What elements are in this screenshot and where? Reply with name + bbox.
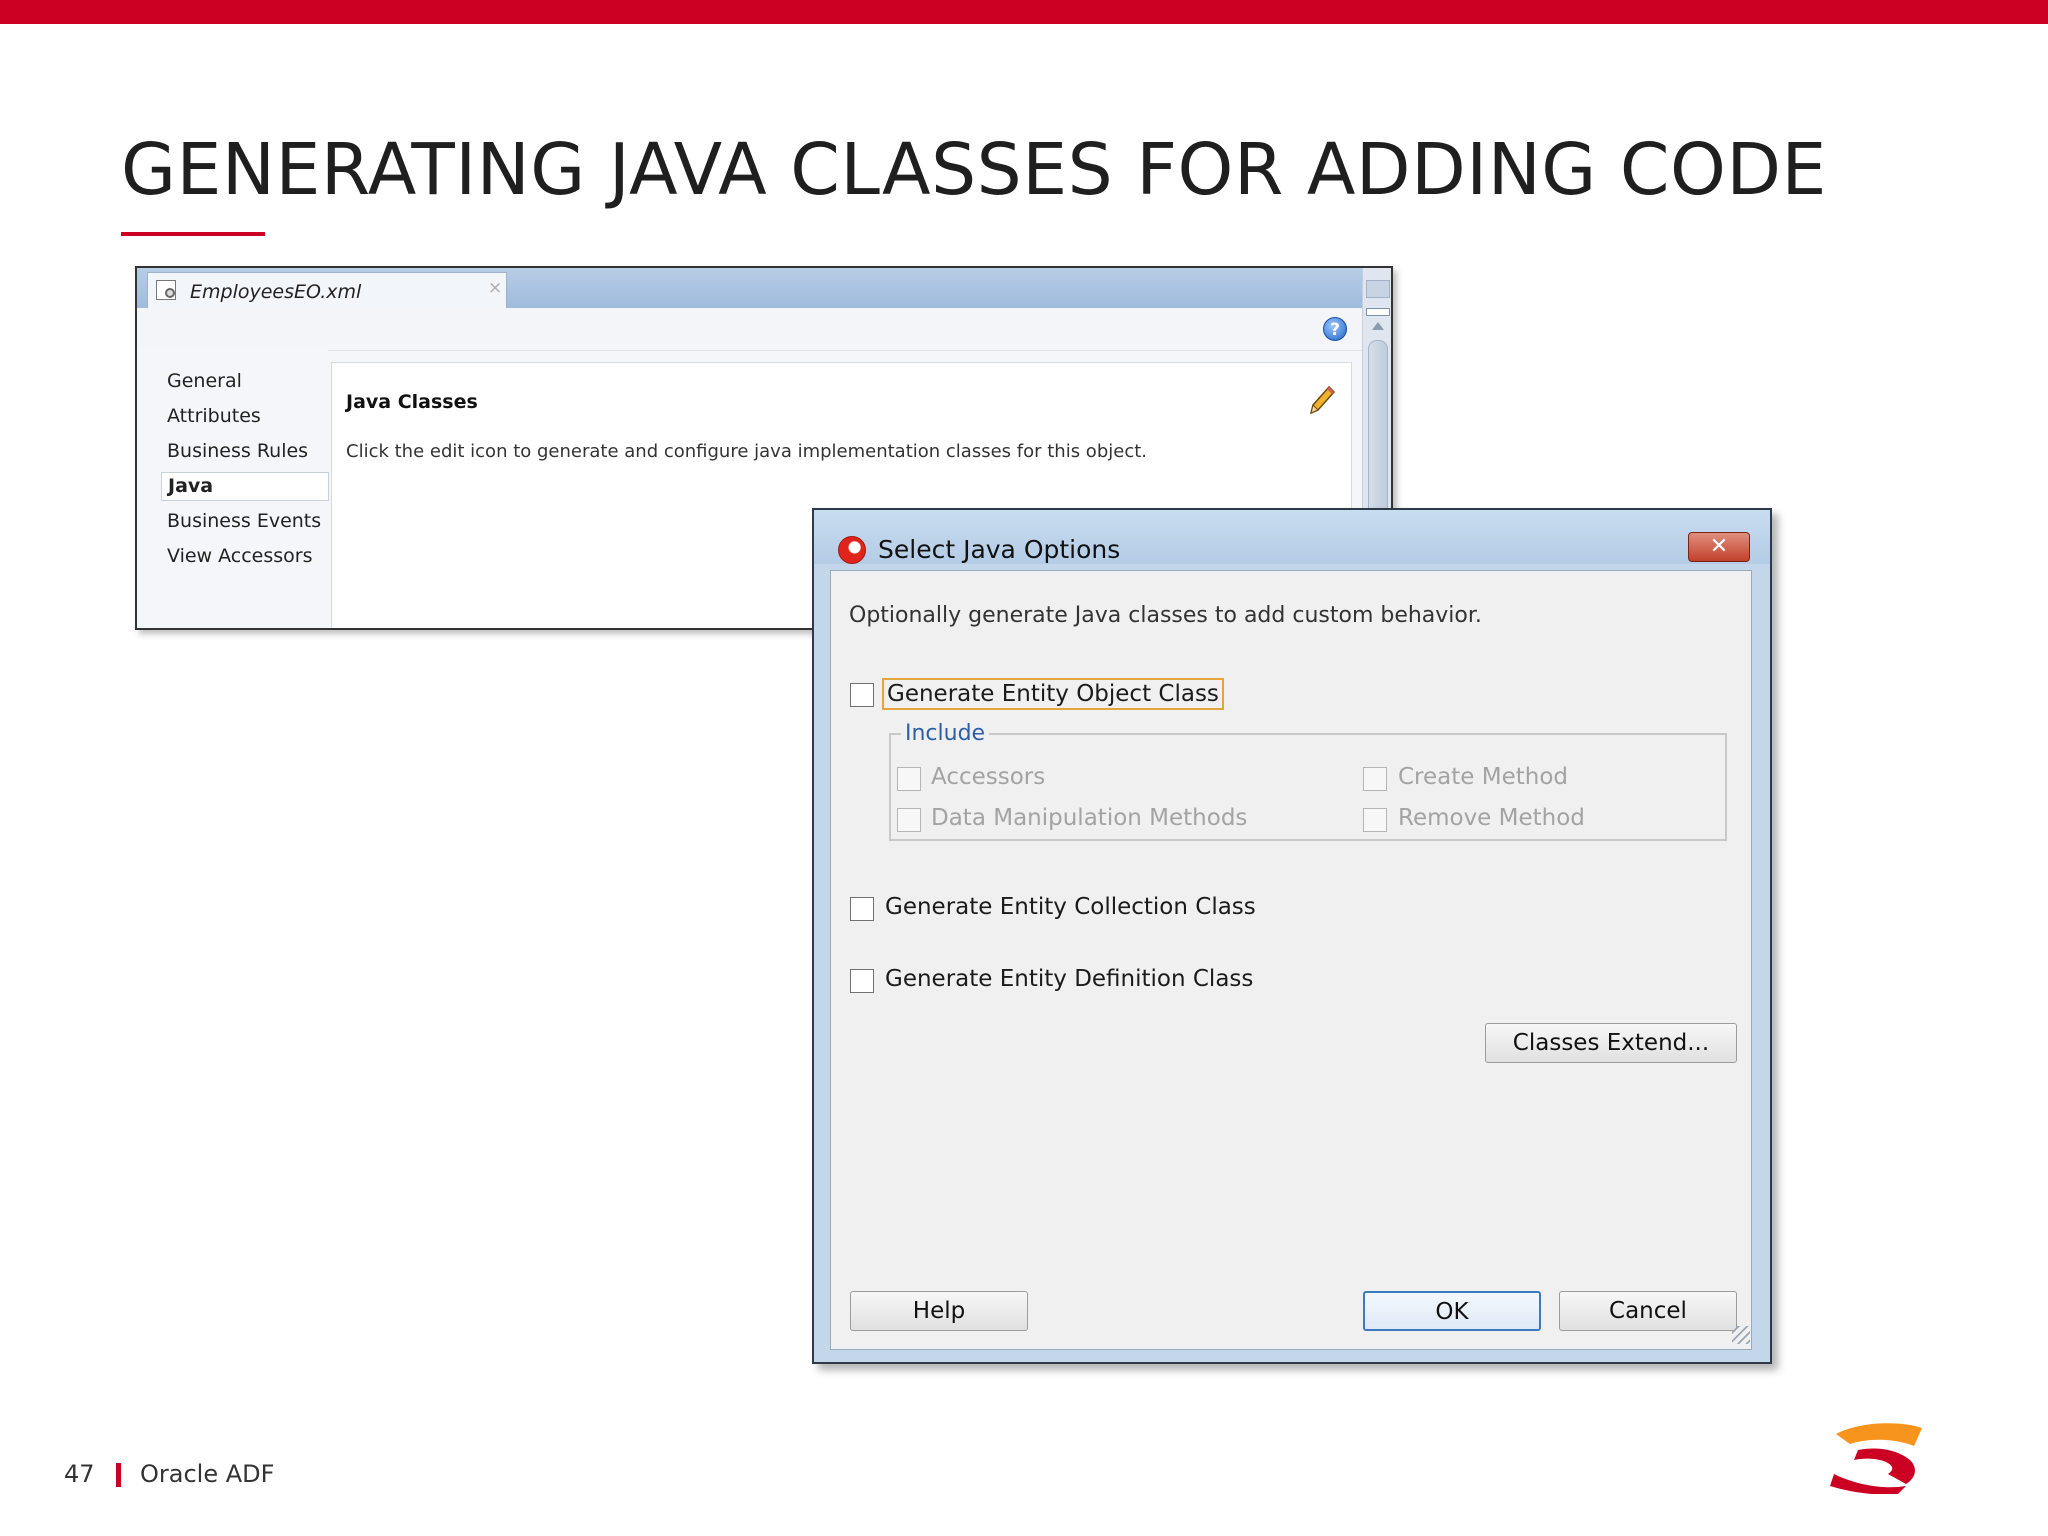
footer-separator (116, 1463, 121, 1487)
dml-methods-label: Data Manipulation Methods (931, 805, 1248, 831)
cancel-button[interactable]: Cancel (1559, 1291, 1737, 1331)
accessors-checkbox[interactable] (897, 767, 921, 791)
dialog-intro-text: Optionally generate Java classes to add … (849, 603, 1482, 628)
editor-tabstrip: EmployeesEO.xml × (137, 268, 1362, 308)
oracle-jdeveloper-icon (838, 536, 866, 564)
editor-toolbar (137, 308, 1362, 351)
nav-item-general[interactable]: General (167, 370, 242, 392)
include-legend: Include (901, 721, 990, 746)
entity-collection-class-label[interactable]: Generate Entity Collection Class (885, 894, 1256, 920)
company-logo (1830, 1423, 1922, 1494)
title-underline (121, 232, 265, 236)
scroll-up-arrow-icon[interactable] (1372, 322, 1384, 330)
remove-method-checkbox[interactable] (1363, 808, 1387, 832)
top-accent-bar (0, 0, 2048, 24)
editor-tab-employeeseo[interactable]: EmployeesEO.xml × (147, 272, 507, 308)
nav-item-java[interactable]: Java (161, 472, 329, 501)
entity-collection-class-checkbox[interactable] (850, 897, 874, 921)
nav-item-business-events[interactable]: Business Events (167, 510, 321, 532)
entity-file-icon (156, 280, 176, 300)
create-method-label: Create Method (1398, 764, 1568, 790)
help-icon[interactable]: ? (1323, 317, 1347, 341)
help-button[interactable]: Help (850, 1291, 1028, 1331)
pencil-edit-icon[interactable] (1307, 383, 1335, 417)
resize-grip[interactable] (1732, 1326, 1750, 1344)
tab-close-icon[interactable]: × (488, 278, 502, 298)
editor-tab-label: EmployeesEO.xml (190, 281, 362, 303)
split-handle[interactable] (1366, 308, 1390, 316)
entity-object-class-checkbox[interactable] (850, 683, 874, 707)
section-title: Java Classes (346, 391, 478, 413)
footer-text: Oracle ADF (140, 1460, 275, 1488)
ok-button[interactable]: OK (1363, 1291, 1541, 1331)
select-java-options-dialog: Select Java Options ✕ Optionally generat… (812, 508, 1772, 1364)
entity-object-class-label[interactable]: Generate Entity Object Class (882, 678, 1224, 710)
dialog-title: Select Java Options (878, 535, 1121, 564)
accessors-label: Accessors (931, 764, 1046, 790)
nav-item-attributes[interactable]: Attributes (167, 405, 261, 427)
nav-item-view-accessors[interactable]: View Accessors (167, 545, 313, 567)
remove-method-label: Remove Method (1398, 805, 1585, 831)
entity-definition-class-label[interactable]: Generate Entity Definition Class (885, 966, 1253, 992)
page-number: 47 (64, 1460, 95, 1488)
editor-nav-panel: General Attributes Business Rules Java B… (137, 350, 329, 628)
nav-item-business-rules[interactable]: Business Rules (167, 440, 308, 462)
scroll-menu-button[interactable] (1366, 280, 1390, 298)
close-button[interactable]: ✕ (1688, 532, 1750, 562)
entity-definition-class-checkbox[interactable] (850, 969, 874, 993)
section-description: Click the edit icon to generate and conf… (346, 441, 1147, 462)
dml-methods-checkbox[interactable] (897, 808, 921, 832)
create-method-checkbox[interactable] (1363, 767, 1387, 791)
classes-extend-button[interactable]: Classes Extend... (1485, 1023, 1737, 1063)
dialog-body: Optionally generate Java classes to add … (830, 570, 1752, 1350)
slide-title: GENERATING JAVA CLASSES FOR ADDING CODE (121, 128, 1827, 211)
